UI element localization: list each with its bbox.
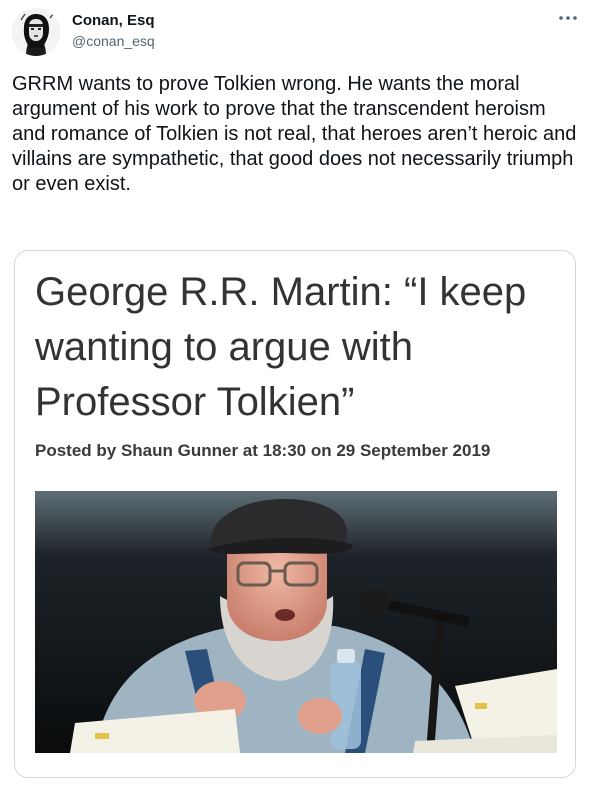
link-card[interactable]: George R.R. Martin: “I keep wanting to a… — [14, 250, 576, 778]
author-handle[interactable]: @conan_esq — [72, 32, 155, 50]
tweet: Conan, Esq @conan_esq GRRM wants to prov… — [0, 0, 594, 787]
more-horizontal-icon — [559, 16, 577, 20]
article-photo — [35, 491, 557, 753]
avatar-image — [12, 8, 60, 56]
article-byline: Posted by Shaun Gunner at 18:30 on 29 Se… — [35, 441, 491, 460]
author-name[interactable]: Conan, Esq — [72, 12, 155, 30]
avatar[interactable] — [12, 8, 60, 56]
more-options-button[interactable] — [554, 6, 582, 30]
tweet-text: GRRM wants to prove Tolkien wrong. He wa… — [12, 73, 577, 195]
article-headline: George R.R. Martin: “I keep wanting to a… — [35, 270, 527, 424]
article-photo-image — [35, 491, 557, 753]
